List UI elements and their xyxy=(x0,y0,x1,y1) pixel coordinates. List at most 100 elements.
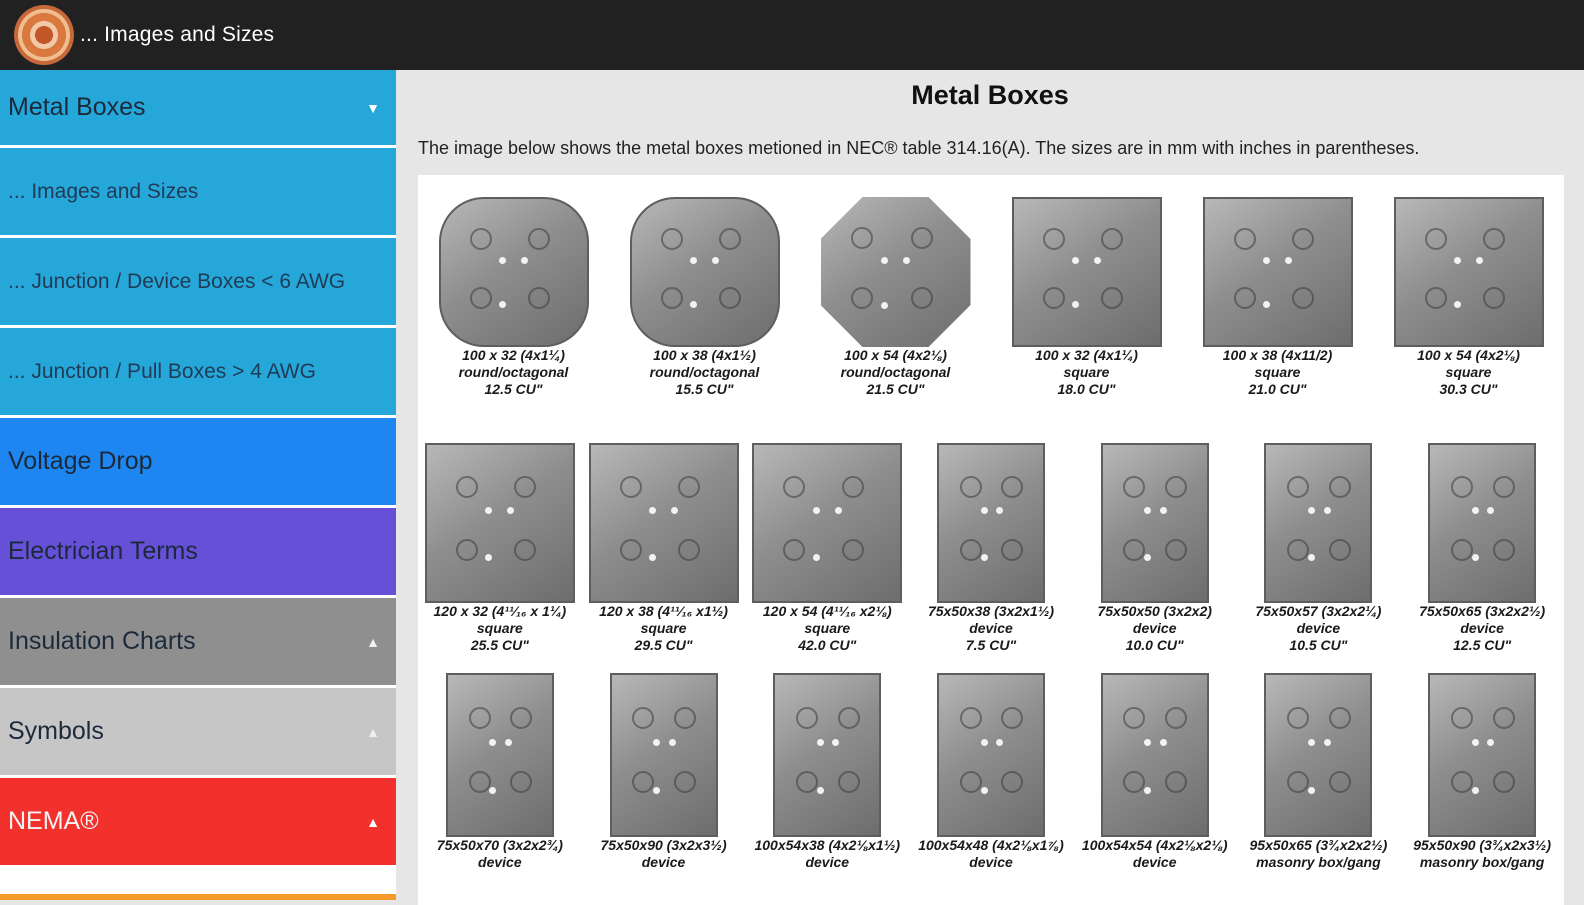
nav-label: Voltage Drop xyxy=(8,447,153,475)
mounting-hole xyxy=(1487,507,1495,515)
nav-label: Symbols xyxy=(8,717,104,745)
mounting-hole xyxy=(1144,554,1152,562)
knockout-hole xyxy=(456,538,479,561)
knockout-hole xyxy=(1287,538,1310,561)
mounting-hole xyxy=(1093,257,1101,265)
metal-box-item: 100 x 54 (4x2⅛) square 30.3 CU" xyxy=(1373,197,1564,398)
nav-electrician-terms[interactable]: Electrician Terms xyxy=(0,508,396,598)
knockout-hole xyxy=(1492,538,1515,561)
knockout-hole xyxy=(673,771,696,793)
knockout-hole xyxy=(841,476,864,499)
nav-junction-device-boxes[interactable]: ... Junction / Device Boxes < 6 AWG xyxy=(0,238,396,328)
box-caption-cu: 25.5 CU" xyxy=(470,637,529,653)
nav-voltage-drop[interactable]: Voltage Drop xyxy=(0,418,396,508)
nav-label: ... Junction / Device Boxes < 6 AWG xyxy=(8,269,346,293)
box-caption-cu: 7.5 CU" xyxy=(965,637,1017,653)
knockout-hole xyxy=(841,538,864,561)
metal-box-picture xyxy=(1393,197,1544,347)
box-caption-type: device xyxy=(1460,620,1504,636)
mounting-hole xyxy=(670,507,678,515)
nav-label: ... Junction / Pull Boxes > 4 AWG xyxy=(8,359,316,383)
mounting-hole xyxy=(520,257,528,265)
metal-box-item: 100 x 54 (4x2⅛) round/octagonal 21.5 CU" xyxy=(800,197,991,398)
metal-box-item: 100 x 32 (4x1¼) round/octagonal 12.5 CU" xyxy=(418,197,609,398)
mounting-hole xyxy=(834,507,842,515)
knockout-hole xyxy=(1450,707,1473,729)
next-nav-item-edge[interactable] xyxy=(0,894,396,900)
metal-box-item: 100x54x48 (4x2⅛x1⅞) device xyxy=(909,673,1073,871)
nav-images-and-sizes[interactable]: ... Images and Sizes xyxy=(0,148,396,238)
metal-box-picture xyxy=(609,673,718,837)
mounting-hole xyxy=(980,787,988,794)
mounting-hole xyxy=(816,739,824,746)
box-caption-size: 95x50x65 (3¾x2x2½) xyxy=(1249,837,1388,853)
mounting-hole xyxy=(1471,787,1479,794)
mounting-hole xyxy=(1262,301,1270,309)
mounting-hole xyxy=(903,257,910,264)
box-caption-type: device xyxy=(1132,620,1177,636)
knockout-hole xyxy=(783,538,806,561)
knockout-hole xyxy=(837,771,860,793)
knockout-hole xyxy=(660,228,683,251)
knockout-hole xyxy=(510,707,533,729)
page-title: Metal Boxes xyxy=(911,80,1069,110)
metal-box-picture xyxy=(936,443,1045,603)
metal-box-picture xyxy=(752,443,903,603)
box-caption-type: device xyxy=(969,854,1013,870)
box-caption-size: 100 x 32 (4x1¼) xyxy=(462,347,565,363)
nav-label: ... Images and Sizes xyxy=(8,179,199,203)
knockout-hole xyxy=(959,476,982,499)
mounting-hole xyxy=(1471,507,1479,515)
box-caption-size: 100 x 54 (4x2⅛) xyxy=(844,347,947,363)
metal-box-item: 75x50x70 (3x2x2¾) device xyxy=(418,673,582,871)
knockout-hole xyxy=(468,707,491,729)
knockout-hole xyxy=(456,476,479,499)
knockout-hole xyxy=(910,227,933,249)
knockout-hole xyxy=(673,707,696,729)
knockout-hole xyxy=(1424,286,1447,309)
mounting-hole xyxy=(507,507,515,515)
nav-metal-boxes[interactable]: Metal Boxes ▼ xyxy=(0,70,396,148)
box-caption-type: square xyxy=(476,620,523,636)
mounting-hole xyxy=(1144,507,1152,515)
knockout-hole xyxy=(1450,538,1473,561)
knockout-hole xyxy=(469,286,492,309)
app-logo-icon[interactable] xyxy=(14,5,74,65)
metal-box-picture xyxy=(1428,673,1537,837)
mounting-hole xyxy=(1323,507,1331,515)
box-caption-type: square xyxy=(1254,364,1301,380)
knockout-hole xyxy=(959,707,982,729)
box-caption-type: round/octagonal xyxy=(458,364,569,380)
knockout-hole xyxy=(1492,707,1515,729)
mounting-hole xyxy=(1071,257,1079,265)
mounting-hole xyxy=(980,554,988,562)
mounting-hole xyxy=(996,739,1004,746)
mounting-hole xyxy=(711,257,719,265)
mounting-hole xyxy=(653,739,661,746)
knockout-hole xyxy=(1001,538,1024,561)
knockout-hole xyxy=(1123,538,1146,561)
knockout-hole xyxy=(1001,771,1024,793)
mounting-hole xyxy=(1308,787,1315,794)
knockout-hole xyxy=(1492,771,1515,793)
knockout-hole xyxy=(514,538,537,561)
knockout-hole xyxy=(1292,286,1315,309)
box-caption-cu: 10.5 CU" xyxy=(1289,637,1348,653)
knockout-hole xyxy=(1001,476,1024,499)
metal-box-item: 100 x 32 (4x1¼) square 18.0 CU" xyxy=(991,197,1182,398)
metal-box-item: 75x50x38 (3x2x1½) device 7.5 CU" xyxy=(909,443,1073,654)
content-area: Metal Boxes The image below shows the me… xyxy=(396,70,1584,905)
box-caption-cu: 18.0 CU" xyxy=(1057,381,1116,397)
nav-symbols[interactable]: Symbols ▲ xyxy=(0,688,396,778)
metal-box-picture xyxy=(820,197,971,347)
nav-junction-pull-boxes[interactable]: ... Junction / Pull Boxes > 4 AWG xyxy=(0,328,396,418)
nav-insulation-charts[interactable]: Insulation Charts ▲ xyxy=(0,598,396,688)
box-caption-size: 100x54x54 (4x2⅛x2⅛) xyxy=(1081,837,1228,853)
mounting-hole xyxy=(996,507,1004,515)
box-caption-cu: 15.5 CU" xyxy=(675,381,734,397)
box-caption-size: 100x54x48 (4x2⅛x1⅞) xyxy=(918,837,1064,853)
metal-box-picture xyxy=(588,443,739,603)
mounting-hole xyxy=(485,507,493,515)
metal-boxes-image: 100 x 32 (4x1¼) round/octagonal 12.5 CU" 10… xyxy=(418,175,1564,905)
nav-nema[interactable]: NEMA® ▲ xyxy=(0,778,396,868)
